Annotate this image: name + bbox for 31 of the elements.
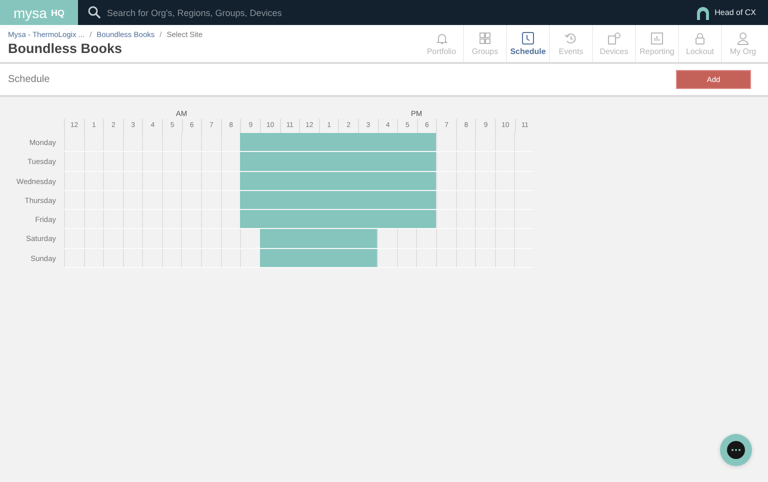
history-icon [564, 32, 578, 44]
scheduled-hour-slot[interactable] [416, 190, 436, 210]
section-title: Schedule [8, 74, 50, 85]
mysa-hq-logo[interactable]: mysa HQ [0, 0, 78, 25]
scheduled-hour-slot[interactable] [240, 172, 260, 190]
scheduled-hour-slot[interactable] [240, 210, 260, 228]
search-icon [88, 6, 101, 19]
devices-icon [607, 32, 621, 44]
grid-icon [478, 32, 492, 44]
nav-tab[interactable]: Schedule [506, 25, 549, 62]
user-avatar-icon[interactable] [696, 6, 710, 20]
scheduled-hour-slot[interactable] [358, 229, 378, 248]
chat-icon [726, 440, 746, 460]
scheduled-hour-slot[interactable] [416, 210, 436, 228]
chat-button[interactable] [720, 434, 752, 466]
clock-icon [521, 32, 535, 44]
scheduled-hour-slot[interactable] [416, 152, 436, 171]
scheduled-hour-slot[interactable] [240, 152, 260, 171]
scheduled-hour-slot[interactable] [260, 248, 280, 268]
user-name[interactable]: Head of CX [714, 8, 756, 17]
scheduled-hour-slot[interactable] [240, 133, 260, 152]
scheduled-hour-slot[interactable] [416, 172, 436, 190]
search-field[interactable]: Search for Org's, Regions, Groups, Devices [107, 8, 367, 18]
scheduled-hour-slot[interactable] [260, 229, 280, 248]
scheduled-hour-slot[interactable] [416, 133, 436, 152]
person-icon [736, 32, 750, 44]
bell-icon [434, 32, 448, 44]
scheduled-hour-slot[interactable] [240, 190, 260, 210]
page-title: Boundless Books [8, 41, 124, 56]
chart-icon [650, 32, 664, 44]
lock-icon [693, 32, 707, 44]
